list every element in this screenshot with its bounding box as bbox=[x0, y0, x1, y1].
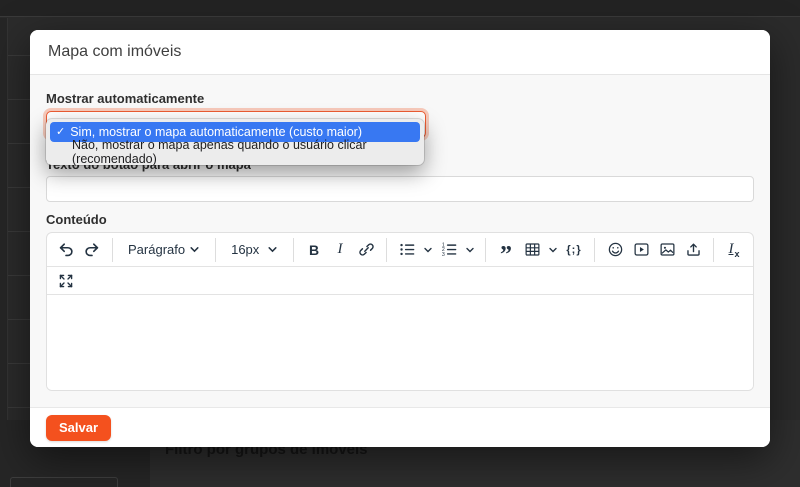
bullet-list-icon bbox=[399, 241, 416, 258]
bullet-list-button[interactable] bbox=[394, 237, 420, 263]
code-sample-button[interactable]: {;} bbox=[561, 237, 587, 263]
clear-formatting-button[interactable]: Ix bbox=[721, 237, 747, 263]
toolbar-separator bbox=[485, 238, 486, 262]
numbered-list-button[interactable]: 1 2 3 bbox=[436, 237, 462, 263]
bold-icon: B bbox=[309, 242, 319, 258]
toolbar-separator bbox=[386, 238, 387, 262]
undo-icon bbox=[57, 241, 75, 259]
toolbar-separator bbox=[594, 238, 595, 262]
backdrop-row-divider bbox=[8, 319, 30, 320]
backdrop-topbar bbox=[0, 0, 800, 17]
chevron-down-icon bbox=[423, 245, 433, 255]
chevron-down-icon bbox=[267, 244, 278, 255]
modal-title: Mapa com imóveis bbox=[48, 43, 181, 61]
font-size-value: 16px bbox=[231, 242, 259, 257]
bold-button[interactable]: B bbox=[301, 237, 327, 263]
emoji-icon bbox=[607, 241, 624, 258]
modal-header: Mapa com imóveis bbox=[30, 30, 770, 75]
backdrop-row-divider bbox=[8, 55, 30, 56]
paragraph-format-select[interactable]: Parágrafo bbox=[120, 236, 208, 264]
backdrop-row-divider bbox=[8, 363, 30, 364]
link-icon bbox=[358, 241, 375, 258]
code-sample-icon: {;} bbox=[566, 244, 581, 256]
dropdown-option-label: Não, mostrar o mapa apenas quando o usuá… bbox=[72, 138, 414, 166]
blockquote-icon: ” bbox=[500, 250, 512, 260]
image-icon bbox=[659, 241, 676, 258]
fullscreen-button[interactable] bbox=[53, 268, 79, 294]
chevron-down-icon bbox=[189, 244, 200, 255]
italic-icon: I bbox=[338, 241, 343, 258]
button-text-input[interactable] bbox=[46, 176, 754, 202]
upload-icon bbox=[685, 241, 702, 258]
table-button[interactable] bbox=[519, 237, 545, 263]
show-auto-label: Mostrar automaticamente bbox=[46, 91, 754, 106]
media-icon bbox=[633, 241, 650, 258]
redo-button[interactable] bbox=[79, 237, 105, 263]
toolbar-separator bbox=[293, 238, 294, 262]
backdrop-row-divider bbox=[8, 275, 30, 276]
font-size-select[interactable]: 16px bbox=[223, 236, 286, 264]
backdrop-row-divider bbox=[8, 99, 30, 100]
show-auto-dropdown-menu: ✓ Sim, mostrar o mapa automaticamente (c… bbox=[46, 119, 424, 165]
italic-button[interactable]: I bbox=[327, 237, 353, 263]
editor-toolbar-row-2 bbox=[47, 267, 753, 295]
bullet-list-options-button[interactable] bbox=[420, 237, 436, 263]
fullscreen-icon bbox=[58, 273, 74, 289]
backdrop-row-divider bbox=[8, 187, 30, 188]
blockquote-button[interactable]: ” bbox=[493, 237, 519, 263]
editor-content-area[interactable] bbox=[47, 295, 753, 390]
checkmark-icon: ✓ bbox=[56, 127, 65, 138]
upload-image-button[interactable] bbox=[680, 237, 706, 263]
clear-formatting-icon: Ix bbox=[728, 241, 739, 259]
map-settings-modal: Mapa com imóveis Mostrar automaticamente… bbox=[30, 30, 770, 447]
backdrop-row-divider bbox=[8, 143, 30, 144]
toolbar-separator bbox=[215, 238, 216, 262]
content-label: Conteúdo bbox=[46, 212, 754, 227]
table-icon bbox=[524, 241, 541, 258]
dropdown-option-label: Sim, mostrar o mapa automaticamente (cus… bbox=[70, 125, 362, 139]
backdrop-row-divider bbox=[8, 231, 30, 232]
table-options-button[interactable] bbox=[545, 237, 561, 263]
editor-toolbar-row-1: Parágrafo 16px B I bbox=[47, 233, 753, 267]
numbered-list-icon: 1 2 3 bbox=[441, 241, 458, 258]
paragraph-format-value: Parágrafo bbox=[128, 242, 185, 257]
backdrop-sidebar-edge bbox=[0, 18, 8, 487]
backdrop-partial-control bbox=[10, 477, 118, 487]
rich-text-editor: Parágrafo 16px B I bbox=[46, 232, 754, 391]
modal-body: Mostrar automaticamente Sim, mostrar o m… bbox=[30, 75, 770, 407]
media-button[interactable] bbox=[628, 237, 654, 263]
numbered-list-options-button[interactable] bbox=[462, 237, 478, 263]
redo-icon bbox=[83, 241, 101, 259]
undo-button[interactable] bbox=[53, 237, 79, 263]
save-button[interactable]: Salvar bbox=[46, 415, 111, 441]
chevron-down-icon bbox=[465, 245, 475, 255]
chevron-down-icon bbox=[548, 245, 558, 255]
toolbar-separator bbox=[112, 238, 113, 262]
toolbar-separator bbox=[713, 238, 714, 262]
modal-footer: Salvar bbox=[30, 407, 770, 447]
dropdown-option-no[interactable]: Não, mostrar o mapa apenas quando o usuá… bbox=[50, 142, 420, 162]
backdrop-row-divider bbox=[8, 407, 30, 408]
svg-text:3: 3 bbox=[441, 252, 444, 258]
link-button[interactable] bbox=[353, 237, 379, 263]
image-button[interactable] bbox=[654, 237, 680, 263]
emoji-button[interactable] bbox=[602, 237, 628, 263]
